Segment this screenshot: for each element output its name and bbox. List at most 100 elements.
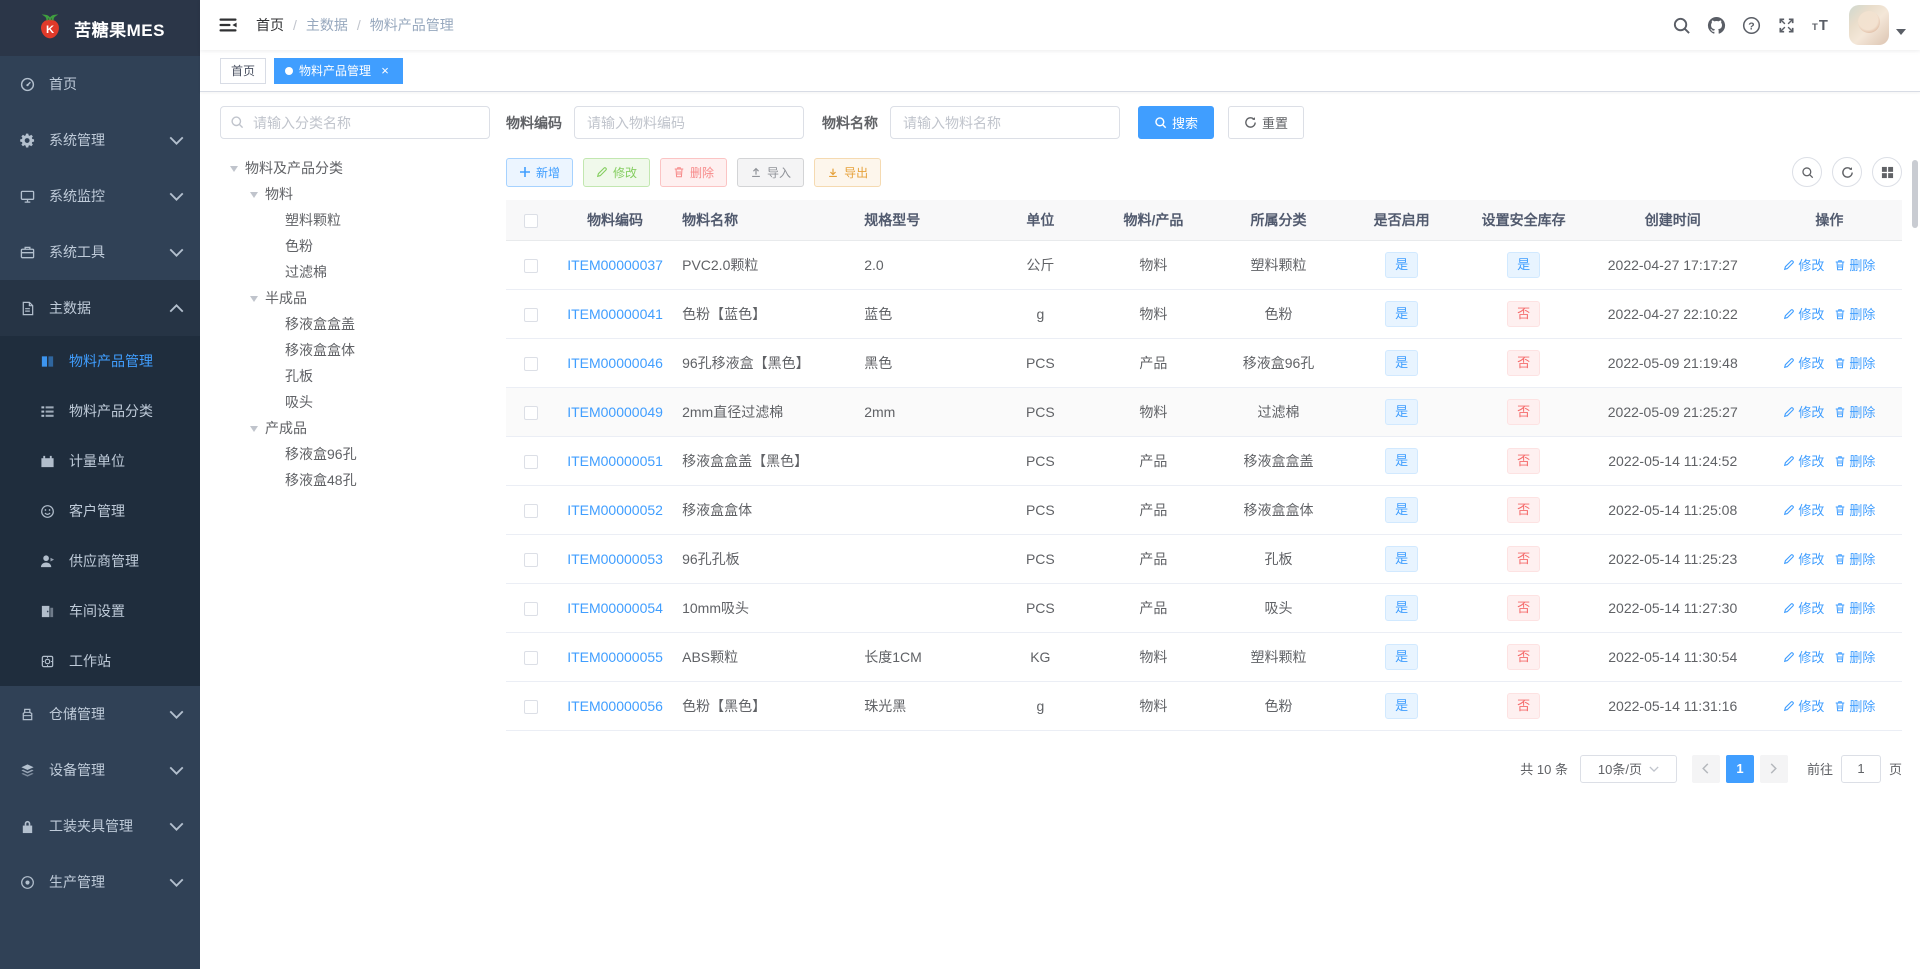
item-code-link[interactable]: ITEM00000037 — [567, 257, 663, 273]
scrollbar-thumb[interactable] — [1912, 160, 1918, 228]
sidebar-item-6[interactable]: 物料产品分类 — [0, 386, 200, 436]
breadcrumb-item-0[interactable]: 首页 — [256, 15, 284, 35]
item-code-link[interactable]: ITEM00000051 — [567, 453, 663, 469]
item-code-link[interactable]: ITEM00000054 — [567, 600, 663, 616]
sidebar-item-15[interactable]: 生产管理 — [0, 854, 200, 910]
row-edit-link[interactable]: 修改 — [1783, 598, 1824, 617]
toolbar-button-2[interactable]: 删除 — [660, 157, 728, 187]
page-size-select[interactable]: 10条/页 — [1579, 754, 1677, 783]
row-edit-link[interactable]: 修改 — [1783, 696, 1824, 715]
sidebar-item-1[interactable]: 系统管理 — [0, 112, 200, 168]
tree-node-1[interactable]: 物料 — [220, 181, 490, 207]
item-code-link[interactable]: ITEM00000053 — [567, 551, 663, 567]
tree-node-5[interactable]: 半成品 — [220, 285, 490, 311]
tree-node-3[interactable]: 色粉 — [220, 233, 490, 259]
tree-node-7[interactable]: 移液盒盒体 — [220, 337, 490, 363]
item-code-link[interactable]: ITEM00000052 — [567, 502, 663, 518]
tree-node-4[interactable]: 过滤棉 — [220, 259, 490, 285]
breadcrumb-item-1[interactable]: 主数据 — [306, 15, 348, 35]
row-checkbox[interactable] — [524, 307, 539, 322]
row-delete-link[interactable]: 删除 — [1834, 696, 1875, 715]
app-logo[interactable]: K 苦糖果MES — [0, 0, 200, 56]
row-delete-link[interactable]: 删除 — [1834, 647, 1875, 666]
tree-node-12[interactable]: 移液盒48孔 — [220, 467, 490, 493]
tree-expand-caret[interactable] — [230, 165, 238, 176]
row-delete-link[interactable]: 删除 — [1834, 255, 1875, 274]
row-delete-link[interactable]: 删除 — [1834, 304, 1875, 323]
sidebar-item-13[interactable]: 设备管理 — [0, 742, 200, 798]
goto-page-input[interactable] — [1840, 754, 1881, 783]
tree-node-10[interactable]: 产成品 — [220, 415, 490, 441]
sidebar-item-3[interactable]: 系统工具 — [0, 224, 200, 280]
item-code-link[interactable]: ITEM00000056 — [567, 698, 663, 714]
row-edit-link[interactable]: 修改 — [1783, 549, 1824, 568]
name-filter-input[interactable] — [890, 106, 1120, 139]
sidebar-item-8[interactable]: 客户管理 — [0, 486, 200, 536]
row-checkbox[interactable] — [524, 356, 539, 371]
sidebar-item-2[interactable]: 系统监控 — [0, 168, 200, 224]
sidebar-item-9[interactable]: 供应商管理 — [0, 536, 200, 586]
github-icon[interactable] — [1699, 10, 1734, 41]
page-number-button[interactable]: 1 — [1725, 754, 1754, 783]
item-code-link[interactable]: ITEM00000041 — [567, 306, 663, 322]
item-code-link[interactable]: ITEM00000046 — [567, 355, 663, 371]
row-delete-link[interactable]: 删除 — [1834, 500, 1875, 519]
row-checkbox[interactable] — [524, 601, 539, 616]
close-icon[interactable]: × — [378, 64, 392, 78]
sidebar-item-11[interactable]: 工作站 — [0, 636, 200, 686]
tab-0[interactable]: 首页 — [220, 57, 267, 84]
tree-node-9[interactable]: 吸头 — [220, 389, 490, 415]
row-edit-link[interactable]: 修改 — [1783, 647, 1824, 666]
row-edit-link[interactable]: 修改 — [1783, 353, 1824, 372]
sidebar-item-4[interactable]: 主数据 — [0, 280, 200, 336]
row-checkbox[interactable] — [524, 258, 539, 273]
prev-page-button[interactable] — [1691, 754, 1720, 783]
tree-node-8[interactable]: 孔板 — [220, 363, 490, 389]
tree-node-11[interactable]: 移液盒96孔 — [220, 441, 490, 467]
row-delete-link[interactable]: 删除 — [1834, 549, 1875, 568]
next-page-button[interactable] — [1759, 754, 1788, 783]
tree-node-6[interactable]: 移液盒盒盖 — [220, 311, 490, 337]
code-filter-input[interactable] — [574, 106, 804, 139]
row-edit-link[interactable]: 修改 — [1783, 500, 1824, 519]
sidebar-item-7[interactable]: 计量单位 — [0, 436, 200, 486]
row-checkbox[interactable] — [524, 552, 539, 567]
toolbar-button-4[interactable]: 导出 — [814, 157, 882, 187]
row-edit-link[interactable]: 修改 — [1783, 304, 1824, 323]
item-code-link[interactable]: ITEM00000049 — [567, 404, 663, 420]
fullscreen-icon[interactable] — [1769, 10, 1804, 41]
reset-button[interactable]: 重置 — [1228, 106, 1305, 139]
row-delete-link[interactable]: 删除 — [1834, 451, 1875, 470]
toolbar-button-1[interactable]: 修改 — [583, 157, 651, 187]
grid-tool-button[interactable] — [1872, 157, 1902, 187]
tree-expand-caret[interactable] — [250, 425, 258, 436]
sidebar-item-0[interactable]: 首页 — [0, 56, 200, 112]
category-search-input[interactable] — [220, 106, 490, 139]
refresh-tool-button[interactable] — [1832, 157, 1862, 187]
search-button[interactable]: 搜索 — [1138, 106, 1215, 139]
sidebar-item-5[interactable]: 物料产品管理 — [0, 336, 200, 386]
tree-node-2[interactable]: 塑料颗粒 — [220, 207, 490, 233]
row-checkbox[interactable] — [524, 650, 539, 665]
row-delete-link[interactable]: 删除 — [1834, 598, 1875, 617]
row-checkbox[interactable] — [524, 454, 539, 469]
tab-1[interactable]: 物料产品管理 × — [274, 57, 404, 84]
row-checkbox[interactable] — [524, 503, 539, 518]
sidebar-item-10[interactable]: 车间设置 — [0, 586, 200, 636]
toolbar-button-3[interactable]: 导入 — [737, 157, 805, 187]
row-checkbox[interactable] — [524, 699, 539, 714]
row-edit-link[interactable]: 修改 — [1783, 451, 1824, 470]
search-icon[interactable] — [1664, 10, 1699, 41]
hamburger-icon[interactable] — [214, 11, 242, 39]
sidebar-item-14[interactable]: 工装夹具管理 — [0, 798, 200, 854]
item-code-link[interactable]: ITEM00000055 — [567, 649, 663, 665]
row-edit-link[interactable]: 修改 — [1783, 255, 1824, 274]
row-delete-link[interactable]: 删除 — [1834, 353, 1875, 372]
caret-down-icon[interactable] — [1896, 27, 1906, 37]
row-edit-link[interactable]: 修改 — [1783, 402, 1824, 421]
help-icon[interactable]: ? — [1734, 10, 1769, 41]
font-size-icon[interactable]: TT — [1804, 10, 1839, 41]
select-all-checkbox[interactable] — [524, 213, 539, 228]
avatar[interactable] — [1849, 5, 1889, 45]
tree-expand-caret[interactable] — [250, 295, 258, 306]
